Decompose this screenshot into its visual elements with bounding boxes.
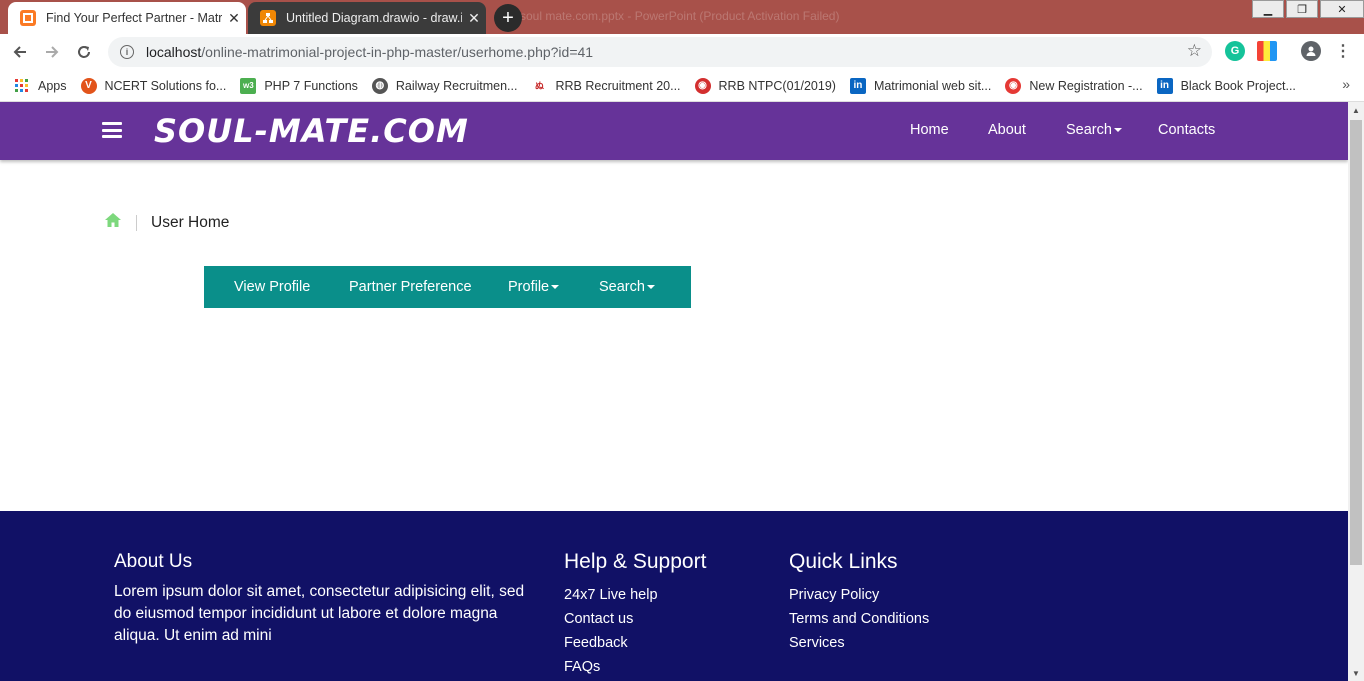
- bookmark-label: Black Book Project...: [1180, 78, 1296, 93]
- tab-untitled-diagram[interactable]: Untitled Diagram.drawio - draw.i ✕: [248, 2, 486, 34]
- ncert-icon: V: [80, 77, 97, 94]
- bookmark-label: NCERT Solutions fo...: [104, 78, 227, 93]
- subnav-partner-preference[interactable]: Partner Preference: [349, 279, 472, 295]
- grammarly-icon[interactable]: G: [1225, 41, 1245, 61]
- scroll-up-icon[interactable]: ▲: [1348, 102, 1364, 118]
- drawio-icon: [260, 10, 276, 26]
- site-logo[interactable]: SOUL-MATE.COM: [154, 112, 469, 150]
- forward-arrow-icon[interactable]: [36, 36, 68, 68]
- reload-icon[interactable]: [68, 36, 100, 68]
- page-scrollbar[interactable]: ▲ ▼: [1348, 102, 1364, 681]
- bookmark-label: RRB Recruitment 20...: [555, 78, 681, 93]
- restore-icon[interactable]: ❐: [1286, 0, 1318, 18]
- bookmark-label: PHP 7 Functions: [264, 78, 358, 93]
- tab-close-icon[interactable]: ✕: [222, 10, 246, 27]
- subnav-profile[interactable]: Profile: [508, 279, 560, 295]
- footer-about-title: About Us: [114, 551, 193, 572]
- user-subnav: View Profile Partner Preference Profile …: [204, 266, 691, 308]
- browser-toolbar: i localhost/online-matrimonial-project-i…: [0, 34, 1364, 70]
- bookmark-rrb-recruitment[interactable]: ぬ RRB Recruitment 20...: [531, 78, 681, 94]
- bookmark-label: Matrimonial web sit...: [873, 78, 992, 93]
- subnav-search[interactable]: Search: [599, 279, 655, 295]
- address-bar[interactable]: i localhost/online-matrimonial-project-i…: [108, 37, 1212, 67]
- chevron-down-icon: [551, 285, 560, 290]
- account-icon[interactable]: [1301, 41, 1321, 61]
- site-footer: About Us Lorem ipsum dolor sit amet, con…: [0, 511, 1348, 681]
- linkedin-icon: in: [1156, 77, 1173, 94]
- minimize-icon[interactable]: ▁: [1252, 0, 1284, 18]
- rrb-ntpc-icon: ◉: [694, 77, 711, 94]
- url-path: /online-matrimonial-project-in-php-maste…: [201, 44, 594, 60]
- color-palette-icon[interactable]: [1257, 41, 1277, 61]
- bookmark-matrimonial[interactable]: in Matrimonial web sit...: [849, 77, 992, 94]
- nav-about[interactable]: About: [988, 122, 1026, 138]
- breadcrumb: User Home: [104, 212, 229, 233]
- bookmark-rrb-ntpc[interactable]: ◉ RRB NTPC(01/2019): [694, 77, 836, 94]
- info-icon[interactable]: i: [120, 45, 134, 59]
- tab-title: Untitled Diagram.drawio - draw.i: [286, 11, 462, 25]
- chevron-down-icon: [1113, 128, 1122, 133]
- linkedin-icon: in: [849, 77, 866, 94]
- bookmark-label: RRB NTPC(01/2019): [718, 78, 836, 93]
- window-close-icon[interactable]: ✕: [1320, 0, 1364, 18]
- bookmark-new-registration[interactable]: ◉ New Registration -...: [1005, 77, 1143, 94]
- tab-find-your-perfect-partner[interactable]: Find Your Perfect Partner - Matri ✕: [8, 2, 246, 34]
- browser-titlebar: soul mate.com.pptx - PowerPoint (Product…: [0, 0, 1364, 34]
- globe-icon: ◍: [371, 77, 388, 94]
- scrollbar-thumb[interactable]: [1350, 120, 1362, 565]
- nav-search[interactable]: Search: [1066, 122, 1122, 138]
- menu-dots-icon[interactable]: ⋮: [1333, 41, 1353, 61]
- nav-home[interactable]: Home: [910, 122, 949, 138]
- footer-help-title: Help & Support: [564, 550, 707, 573]
- footer-link-services[interactable]: Services: [789, 631, 929, 655]
- site-header: SOUL-MATE.COM Home About Search Contacts: [0, 102, 1348, 160]
- footer-link-live-help[interactable]: 24x7 Live help: [564, 583, 658, 607]
- nav-search-label: Search: [1066, 122, 1112, 138]
- tab-close-icon[interactable]: ✕: [462, 10, 486, 27]
- footer-help-links: 24x7 Live help Contact us Feedback FAQs: [564, 583, 658, 679]
- footer-quick-links: Privacy Policy Terms and Conditions Serv…: [789, 583, 929, 655]
- bookmarks-overflow-icon[interactable]: »: [1342, 76, 1350, 92]
- subnav-profile-label: Profile: [508, 279, 550, 295]
- footer-quick-title: Quick Links: [789, 550, 898, 573]
- registration-icon: ◉: [1005, 77, 1022, 94]
- url-host: localhost: [146, 44, 202, 60]
- bookmark-php7[interactable]: w3 PHP 7 Functions: [240, 77, 358, 94]
- bookmark-apps[interactable]: Apps: [14, 78, 67, 94]
- bookmark-label: Railway Recruitmen...: [395, 78, 518, 93]
- hamburger-menu-icon[interactable]: [102, 122, 122, 138]
- footer-link-contact-us[interactable]: Contact us: [564, 607, 658, 631]
- back-arrow-icon[interactable]: [4, 36, 36, 68]
- scroll-down-icon[interactable]: ▼: [1348, 665, 1364, 681]
- subnav-search-label: Search: [599, 279, 645, 295]
- tab-title: Find Your Perfect Partner - Matri: [46, 11, 222, 25]
- footer-link-feedback[interactable]: Feedback: [564, 631, 658, 655]
- footer-link-terms[interactable]: Terms and Conditions: [789, 607, 929, 631]
- bookmark-ncert[interactable]: V NCERT Solutions fo...: [80, 77, 227, 94]
- footer-link-faqs[interactable]: FAQs: [564, 655, 658, 679]
- home-icon[interactable]: [104, 212, 122, 233]
- rrb-icon: ぬ: [534, 81, 544, 91]
- bookmarks-bar: Apps V NCERT Solutions fo... w3 PHP 7 Fu…: [0, 70, 1364, 102]
- bookmark-label: Apps: [38, 78, 67, 93]
- nav-contacts[interactable]: Contacts: [1158, 122, 1215, 138]
- new-tab-button[interactable]: +: [494, 4, 522, 32]
- bookmark-label: New Registration -...: [1029, 78, 1143, 93]
- breadcrumb-separator: [136, 214, 137, 231]
- w3-icon: w3: [240, 77, 257, 94]
- bookmark-black-book[interactable]: in Black Book Project...: [1156, 77, 1296, 94]
- subnav-view-profile[interactable]: View Profile: [234, 279, 310, 295]
- xampp-icon: [20, 10, 36, 26]
- window-controls: ▁ ❐ ✕: [1250, 0, 1364, 18]
- breadcrumb-current: User Home: [151, 213, 230, 231]
- footer-link-privacy-policy[interactable]: Privacy Policy: [789, 583, 929, 607]
- bookmark-star-icon[interactable]: ☆: [1187, 41, 1202, 61]
- page-viewport: SOUL-MATE.COM Home About Search Contacts…: [0, 102, 1348, 681]
- background-window-title: soul mate.com.pptx - PowerPoint (Product…: [520, 9, 840, 23]
- bookmark-railway[interactable]: ◍ Railway Recruitmen...: [371, 77, 518, 94]
- apps-grid-icon: [14, 78, 30, 94]
- footer-about-text: Lorem ipsum dolor sit amet, consectetur …: [114, 583, 525, 644]
- chevron-down-icon: [646, 285, 655, 290]
